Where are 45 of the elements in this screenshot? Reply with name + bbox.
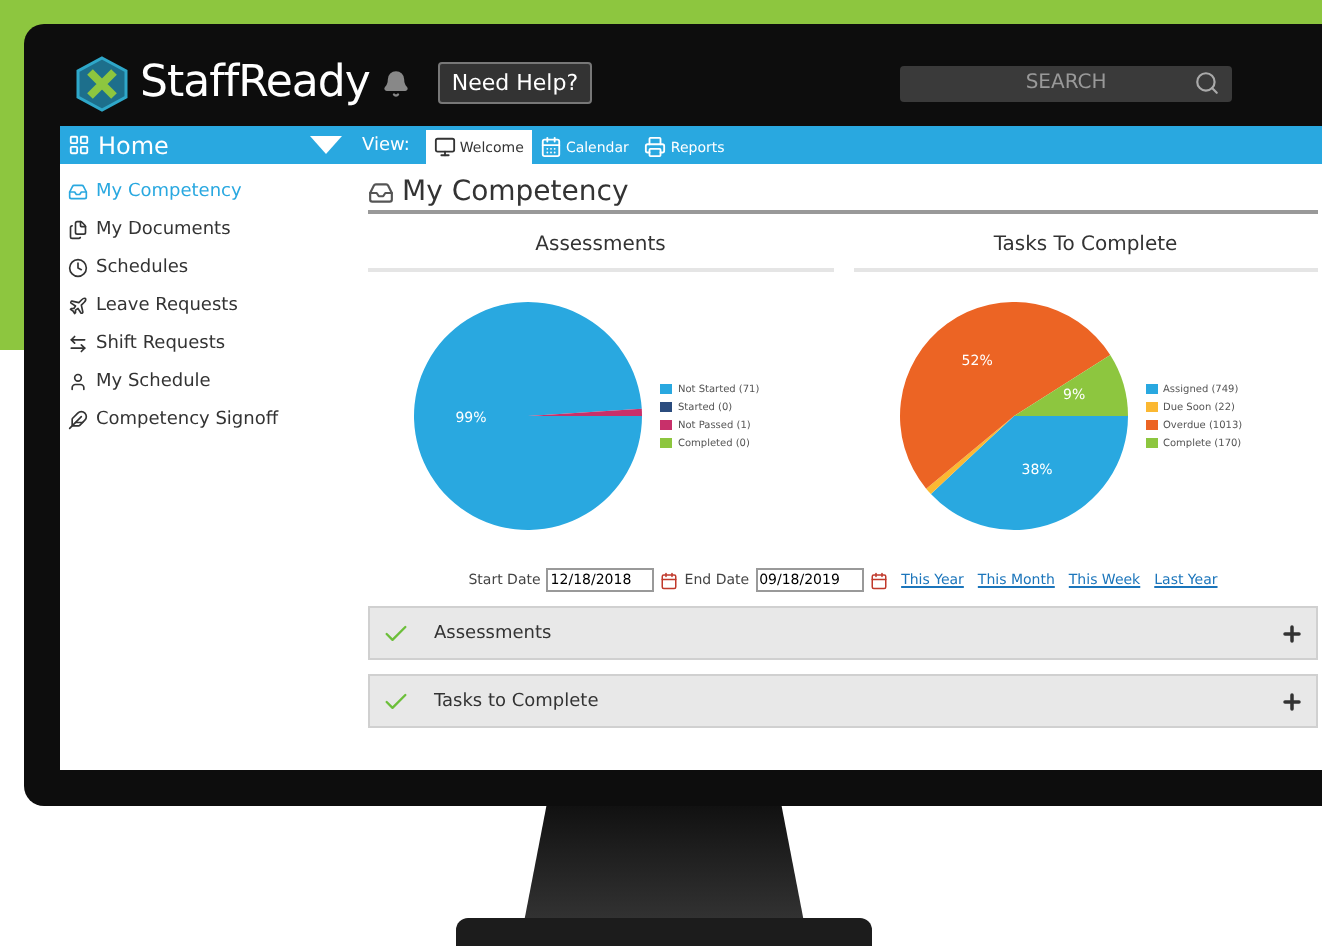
legend-swatch	[660, 420, 672, 430]
search-field[interactable]: SEARCH	[900, 65, 1233, 101]
calendar-icon	[539, 136, 562, 158]
legend-swatch	[660, 402, 672, 412]
swap-icon	[68, 333, 88, 353]
plus-icon[interactable]	[1280, 689, 1304, 713]
sidebar-item[interactable]: Leave Requests	[68, 290, 352, 320]
legend-swatch	[1145, 438, 1157, 448]
plane-icon	[68, 295, 88, 315]
accordion-title: Tasks to Complete	[434, 691, 601, 711]
logo-text: StaffReady	[140, 58, 370, 108]
clock-icon	[68, 257, 88, 277]
accordion-header[interactable]: Tasks to Complete	[368, 674, 1318, 728]
inbox-icon	[368, 179, 394, 205]
search-icon[interactable]	[1194, 69, 1221, 95]
feather-icon	[68, 409, 88, 429]
plus-icon[interactable]	[1280, 621, 1304, 645]
accordion-title: Assessments	[434, 623, 554, 643]
calendar-icon[interactable]	[660, 571, 679, 589]
chart-title: Tasks To Complete	[853, 234, 1318, 272]
sidebar-item[interactable]: Competency Signoff	[68, 404, 352, 434]
page-title: My Competency	[402, 176, 629, 208]
sidebar-item[interactable]: Schedules	[68, 252, 352, 282]
legend-swatch	[660, 438, 672, 448]
dropdown-icon[interactable]	[310, 136, 342, 154]
legend-swatch	[1145, 420, 1157, 430]
legend-swatch	[660, 384, 672, 394]
view-label: View:	[362, 135, 410, 155]
calendar-icon[interactable]	[869, 571, 888, 589]
sidebar-item[interactable]: My Schedule	[68, 366, 352, 396]
legend-swatch	[1145, 384, 1157, 394]
inbox-icon	[68, 181, 88, 201]
help-button[interactable]: Need Help?	[437, 62, 593, 104]
accordion-header[interactable]: Assessments	[368, 606, 1318, 660]
bell-icon[interactable]	[381, 69, 410, 97]
legend-swatch	[1145, 402, 1157, 412]
logo-icon	[76, 55, 128, 111]
sidebar-item[interactable]: Shift Requests	[68, 328, 352, 358]
printer-icon	[644, 136, 667, 158]
documents-icon	[68, 219, 88, 239]
monitor-icon	[433, 136, 456, 158]
user-icon	[68, 371, 88, 391]
chart-title: Assessments	[368, 234, 833, 272]
sidebar-item[interactable]: My Documents	[68, 214, 352, 244]
grid-icon	[68, 134, 90, 156]
